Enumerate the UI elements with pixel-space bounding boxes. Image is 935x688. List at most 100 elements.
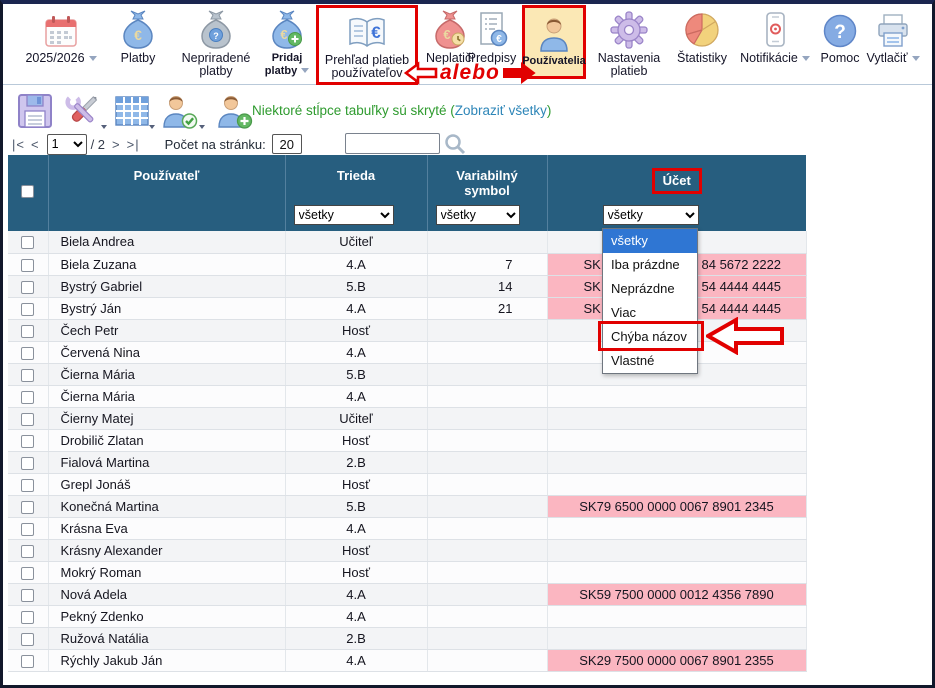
cell-account: SK59 7500 0000 0012 4356 7890 <box>547 583 806 605</box>
user-plus-icon <box>213 91 257 131</box>
cell-variabilny-symbol <box>427 231 547 253</box>
table-row: Krásny AlexanderHosť <box>8 539 806 561</box>
row-checkbox[interactable] <box>21 303 34 316</box>
toolbar-label: Pridaj platby <box>265 52 302 77</box>
cell-class: Hosť <box>285 319 427 341</box>
row-checkbox[interactable] <box>21 457 34 470</box>
cell-class: 2.B <box>285 627 427 649</box>
table-row: Fialová Martina2.B <box>8 451 806 473</box>
toolbar-item-prehlad-platieb[interactable]: € Prehľad platieb používateľov <box>316 5 418 85</box>
svg-text:?: ? <box>834 22 846 43</box>
toolbar-item-nastavenia-platieb[interactable]: Nastavenia platieb <box>590 8 668 78</box>
row-checkbox[interactable] <box>21 369 34 382</box>
save-button[interactable] <box>15 91 55 136</box>
row-checkbox[interactable] <box>21 633 34 646</box>
svg-text:€: € <box>134 27 142 43</box>
row-checkbox[interactable] <box>21 611 34 624</box>
row-checkbox[interactable] <box>21 325 34 338</box>
table-row: Ružová Natália2.B <box>8 627 806 649</box>
page-count-label: / 2 <box>91 137 105 152</box>
dropdown-option[interactable]: Neprázdne <box>603 277 697 301</box>
cell-checkbox <box>8 341 48 363</box>
payments-book-icon: € <box>347 10 387 52</box>
prev-page-button[interactable]: < <box>28 137 43 152</box>
toolbar-item-pomoc[interactable]: ? Pomoc <box>816 8 864 65</box>
row-checkbox[interactable] <box>21 435 34 448</box>
header-variabilny-symbol: Variabilný symbol všetky <box>427 155 547 231</box>
table-row: Nová Adela4.ASK59 7500 0000 0012 4356 78… <box>8 583 806 605</box>
toolbar-label: Platby <box>121 52 156 65</box>
ucet-annotation-box: Účet <box>652 168 702 194</box>
gear-icon <box>609 8 649 50</box>
show-all-columns-link[interactable]: Zobraziť všetky <box>455 103 547 118</box>
row-checkbox[interactable] <box>21 545 34 558</box>
toolbar-label: Štatistiky <box>677 52 727 65</box>
row-checkbox[interactable] <box>21 236 34 249</box>
search-input[interactable] <box>345 133 440 154</box>
row-checkbox[interactable] <box>21 347 34 360</box>
next-page-button[interactable]: > <box>109 137 124 152</box>
toolbar-item-platby[interactable]: € Platby <box>108 8 168 65</box>
row-checkbox[interactable] <box>21 281 34 294</box>
floppy-disk-icon <box>15 91 55 131</box>
svg-text:€: € <box>443 27 450 42</box>
settings-tools-button[interactable] <box>61 91 105 136</box>
header-pouzivatel: Používateľ <box>48 155 285 231</box>
dropdown-option[interactable]: všetky <box>603 229 697 253</box>
cell-variabilny-symbol <box>427 319 547 341</box>
table-row: Drobilič ZlatanHosť <box>8 429 806 451</box>
cell-checkbox <box>8 649 48 671</box>
cell-variabilny-symbol <box>427 341 547 363</box>
first-page-button[interactable]: |< <box>9 137 28 152</box>
cell-user-name: Čech Petr <box>48 319 285 341</box>
table-row: Čierny MatejUčiteľ <box>8 407 806 429</box>
cell-class: 5.B <box>285 363 427 385</box>
school-year-selector[interactable]: 2025/2026 <box>16 8 106 65</box>
cell-variabilny-symbol <box>427 385 547 407</box>
dropdown-option[interactable]: Vlastné <box>603 349 697 373</box>
toolbar-item-pridaj-platby[interactable]: € Pridaj platby <box>256 8 318 78</box>
cell-checkbox <box>8 561 48 583</box>
cell-variabilny-symbol <box>427 451 547 473</box>
variabilny-symbol-filter-select[interactable]: všetky <box>436 205 520 225</box>
dropdown-option[interactable]: Viac <box>603 301 697 325</box>
row-checkbox[interactable] <box>21 655 34 668</box>
arrow-left-icon <box>404 60 438 86</box>
user-approved-button[interactable] <box>158 91 202 136</box>
pie-chart-icon <box>682 8 722 50</box>
select-all-checkbox[interactable] <box>21 185 34 198</box>
row-checkbox[interactable] <box>21 391 34 404</box>
chevron-down-icon <box>912 56 920 61</box>
cell-checkbox <box>8 583 48 605</box>
chevron-down-icon <box>199 125 205 129</box>
dropdown-option[interactable]: Chýba názov <box>603 325 697 349</box>
toolbar-item-predpisy[interactable]: € Predpisy <box>462 8 522 65</box>
cell-user-name: Fialová Martina <box>48 451 285 473</box>
cell-checkbox <box>8 253 48 275</box>
table-row: Čierna Mária4.A <box>8 385 806 407</box>
annotation-text: alebo <box>440 61 500 85</box>
toolbar-item-vytlacit[interactable]: Vytlačiť <box>860 8 926 65</box>
row-checkbox[interactable] <box>21 259 34 272</box>
row-checkbox[interactable] <box>21 567 34 580</box>
row-checkbox[interactable] <box>21 589 34 602</box>
arrow-right-icon <box>502 60 536 86</box>
row-checkbox[interactable] <box>21 479 34 492</box>
table-columns-button[interactable] <box>111 91 153 136</box>
cell-variabilny-symbol <box>427 495 547 517</box>
last-page-button[interactable]: >| <box>124 137 143 152</box>
row-checkbox[interactable] <box>21 501 34 514</box>
row-checkbox[interactable] <box>21 523 34 536</box>
dropdown-option[interactable]: Iba prázdne <box>603 253 697 277</box>
trieda-filter-select[interactable]: všetky <box>294 205 394 225</box>
toolbar-item-notifikacie[interactable]: Notifikácie <box>734 8 816 65</box>
user-add-button[interactable] <box>213 91 257 136</box>
toolbar-item-statistiky[interactable]: Štatistiky <box>670 8 734 65</box>
page-select[interactable]: 1 <box>47 134 87 155</box>
toolbar-item-nepriradene-platby[interactable]: ? Nepriradené platby <box>172 8 260 78</box>
ucet-filter-select[interactable]: všetky <box>603 205 699 225</box>
row-checkbox[interactable] <box>21 413 34 426</box>
cell-user-name: Nová Adela <box>48 583 285 605</box>
per-page-input[interactable] <box>272 134 302 154</box>
cell-checkbox <box>8 319 48 341</box>
